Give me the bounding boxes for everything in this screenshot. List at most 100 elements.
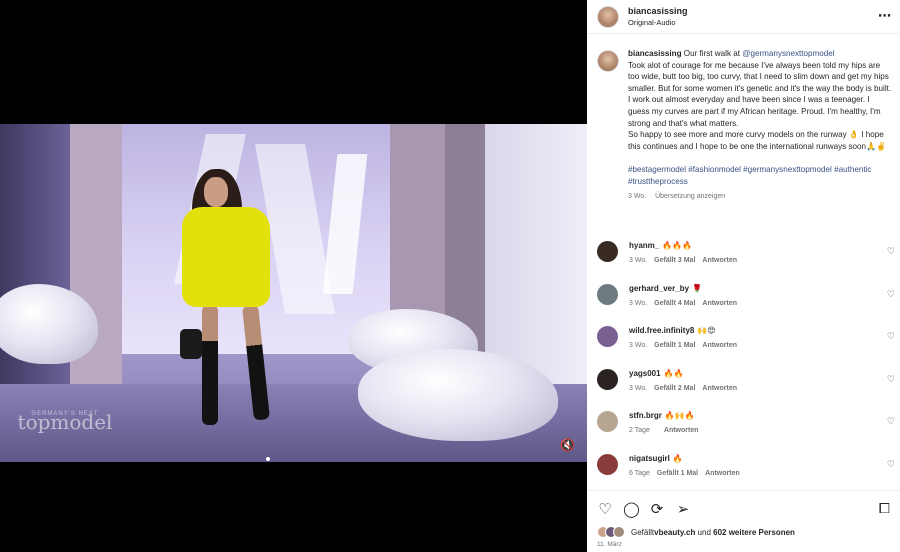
show-logo-small: GERMANY'S NEXT <box>31 411 99 417</box>
likes-summary: Gefällt vbeauty.ch und 602 weitere Perso… <box>597 526 795 538</box>
comment-line: hyanm_ 🔥🔥🔥 <box>629 240 744 252</box>
avatar[interactable] <box>597 453 618 475</box>
heart-icon[interactable]: ♡ <box>887 289 895 300</box>
comment-text: 🔥🙌🔥 <box>664 411 695 421</box>
comment-username[interactable]: yags001 <box>629 369 661 378</box>
like-icon[interactable]: ♡ <box>597 500 613 518</box>
caption-meta: 3 Wo. Übersetzung anzeigen <box>628 191 892 203</box>
comment-likes[interactable]: Gefällt 1 Mal <box>657 470 698 477</box>
caption-mention[interactable]: @germanysnexttopmodel <box>742 49 834 58</box>
model-leg <box>202 305 218 425</box>
reply-button[interactable]: Antworten <box>705 470 740 477</box>
avatar[interactable] <box>597 411 618 433</box>
caption-age: 3 Wo. <box>628 193 647 201</box>
comment-body: gerhard_ver_by 🌹 3 Wo. Gefällt 4 Mal Antwor… <box>629 283 744 326</box>
likes-user[interactable]: vbeauty.ch <box>654 528 695 537</box>
model-hoodie <box>182 207 270 307</box>
comment-body: wild.free.infinity8 🙌😍 3 Wo. Gefällt 1 Mal… <box>629 325 744 368</box>
likes-prefix: Gefällt <box>631 527 655 537</box>
post-video[interactable]: GERMANY'S NEXT topmodel 🔇 <box>0 124 587 462</box>
heart-icon[interactable]: ♡ <box>887 416 895 427</box>
heart-icon[interactable]: ♡ <box>887 374 895 385</box>
comment-meta: 2 Tage Antworten <box>629 427 706 434</box>
comment-list: hyanm_ 🔥🔥🔥 3 Wo. Gefällt 3 Mal Antworten ♡ … <box>597 240 897 496</box>
comment-meta: 3 Wo. Gefällt 2 Mal Antworten <box>629 385 744 392</box>
send-icon[interactable]: ➢ <box>675 500 691 518</box>
reply-button[interactable]: Antworten <box>702 342 737 349</box>
comment-age: 3 Wo. <box>629 299 648 307</box>
avatar[interactable] <box>597 283 618 305</box>
comment-username[interactable]: hyanm_ <box>629 241 659 250</box>
avatar[interactable] <box>597 241 618 262</box>
likes-middle: und <box>695 527 714 537</box>
caption-username[interactable]: biancasissing <box>628 49 682 58</box>
avatar[interactable] <box>597 368 618 390</box>
comment-item: yags001 🔥🔥 3 Wo. Gefällt 2 Mal Antworten ♡ <box>597 368 897 411</box>
header-username[interactable]: biancasissing <box>628 5 688 17</box>
comment-text: 🙌😍 <box>697 326 716 336</box>
comment-line: stfn.brgr 🔥🙌🔥 <box>629 410 706 422</box>
comment-likes[interactable]: Gefällt 1 Mal <box>654 342 695 349</box>
avatar[interactable] <box>597 5 619 28</box>
comment-text: 🔥🔥 <box>663 368 684 378</box>
comment-meta: 3 Wo. Gefällt 1 Mal Antworten <box>629 342 744 349</box>
avatar[interactable] <box>597 50 619 72</box>
comment-meta: 3 Wo. Gefällt 3 Mal Antworten <box>629 257 744 264</box>
comment-username[interactable]: gerhard_ver_by <box>629 284 689 293</box>
post-sidebar: biancasissing Original-Audio ⋯ biancasis… <box>587 0 900 552</box>
reply-button[interactable]: Antworten <box>664 427 699 434</box>
set-panel <box>0 124 70 424</box>
post-date: 11. März <box>597 541 622 548</box>
action-icons: ♡ ◯ ⟳ ➢ <box>597 500 691 518</box>
share-icon[interactable]: ⟳ <box>649 500 665 518</box>
comment-likes[interactable]: Gefällt 4 Mal <box>654 300 695 307</box>
comment-age: 2 Tage <box>629 427 650 435</box>
translate-link[interactable]: Übersetzung anzeigen <box>655 193 725 200</box>
comment-meta: 3 Wo. Gefällt 4 Mal Antworten <box>629 300 744 307</box>
mute-icon[interactable]: 🔇 <box>560 438 575 452</box>
model-bag <box>180 329 202 359</box>
comment-age: 3 Wo. <box>629 384 648 392</box>
set-panel <box>70 124 122 424</box>
comment-body: stfn.brgr 🔥🙌🔥 2 Tage Antworten <box>629 410 706 453</box>
caption-text: biancasissing Our first walk at @germany… <box>628 48 892 203</box>
comment-text: 🌹 <box>692 283 702 293</box>
model-leg <box>242 304 270 421</box>
comment-item: wild.free.infinity8 🙌😍 3 Wo. Gefällt 1 Mal… <box>597 325 897 368</box>
likes-count[interactable]: 602 weitere Personen <box>713 528 795 537</box>
comment-text: 🔥🔥🔥 <box>662 241 693 250</box>
comment-item: gerhard_ver_by 🌹 3 Wo. Gefällt 4 Mal Antwor… <box>597 283 897 326</box>
heart-icon[interactable]: ♡ <box>887 331 895 342</box>
bookmark-icon[interactable]: ⧠ <box>879 500 890 517</box>
comment-username[interactable]: nigatsugirl <box>629 454 670 463</box>
carousel-dot <box>266 457 270 461</box>
comment-meta: 6 Tage Gefällt 1 Mal Antworten <box>629 470 747 477</box>
comment-username[interactable]: wild.free.infinity8 <box>629 326 694 335</box>
avatar <box>613 526 625 538</box>
comment-line: gerhard_ver_by 🌹 <box>629 283 744 295</box>
show-logo: GERMANY'S NEXT topmodel <box>10 402 120 457</box>
comment-likes[interactable]: Gefällt 2 Mal <box>654 385 695 392</box>
audio-label[interactable]: Original-Audio <box>628 17 688 29</box>
more-options-icon[interactable]: ⋯ <box>878 8 892 24</box>
comment-username[interactable]: stfn.brgr <box>629 411 662 420</box>
caption-body: Took alot of courage for me because I've… <box>628 60 892 128</box>
comment-icon[interactable]: ◯ <box>623 500 640 518</box>
reply-button[interactable]: Antworten <box>702 257 737 264</box>
heart-icon[interactable]: ♡ <box>887 459 895 470</box>
avatar[interactable] <box>597 326 618 348</box>
heart-icon[interactable]: ♡ <box>887 246 895 257</box>
caption-intro: Our first walk at <box>683 49 743 58</box>
model-face <box>204 177 228 207</box>
comment-line: yags001 🔥🔥 <box>629 368 744 380</box>
caption-body-2: So happy to see more and more curvy mode… <box>628 130 887 151</box>
caption-hashtags[interactable]: #bestagermodel #fashionmodel #germanysne… <box>628 165 871 186</box>
reply-button[interactable]: Antworten <box>702 300 737 307</box>
comment-line: wild.free.infinity8 🙌😍 <box>629 325 744 337</box>
post-header: biancasissing Original-Audio ⋯ <box>587 0 900 34</box>
comment-line: nigatsugirl 🔥 <box>629 453 747 465</box>
reply-button[interactable]: Antworten <box>702 385 737 392</box>
comment-body: yags001 🔥🔥 3 Wo. Gefällt 2 Mal Antworten <box>629 368 744 411</box>
comment-likes[interactable]: Gefällt 3 Mal <box>654 257 695 264</box>
comment-text: 🔥 <box>672 453 683 463</box>
